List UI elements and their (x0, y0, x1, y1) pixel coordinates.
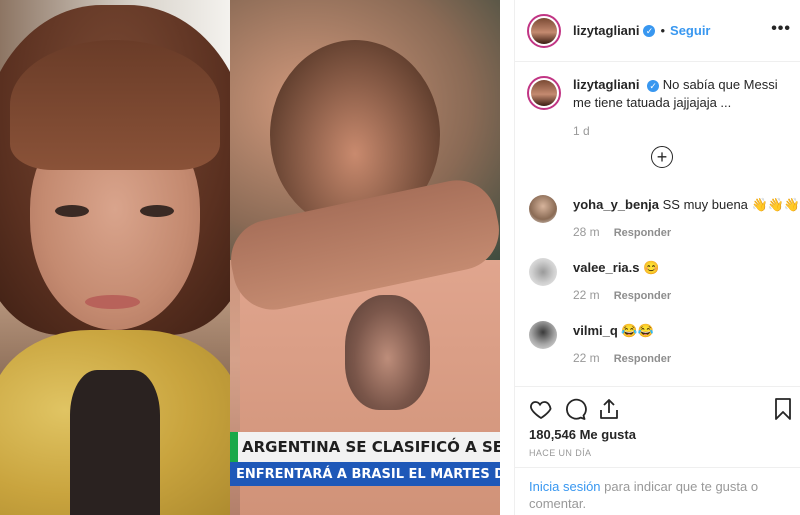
posted-time[interactable]: HACE UN DÍA (529, 448, 591, 458)
commenter-avatar[interactable] (529, 195, 557, 223)
more-options-icon[interactable]: ••• (771, 20, 791, 38)
follow-button[interactable]: Seguir (670, 23, 710, 38)
post-media[interactable]: ARGENTINA SE CLASIFICÓ A SEMIFI ENFRENTA… (0, 0, 514, 515)
comment-username[interactable]: yoha_y_benja (573, 197, 659, 212)
tv-subheadline: ENFRENTARÁ A BRASIL EL MARTES DESDE LAS (230, 462, 500, 486)
bookmark-icon[interactable] (771, 397, 795, 421)
commenter-avatar[interactable] (529, 258, 557, 286)
share-icon[interactable] (597, 397, 621, 421)
comment-icon[interactable] (563, 397, 587, 421)
divider (515, 386, 800, 387)
likes-count[interactable]: 180,546 Me gusta (529, 427, 636, 442)
verified-badge-icon: ✓ (643, 24, 656, 37)
reply-button[interactable]: Responder (614, 227, 671, 239)
divider (515, 467, 800, 468)
comment-time[interactable]: 28 m (573, 225, 600, 239)
comment-time[interactable]: 22 m (573, 288, 600, 302)
post-caption: lizytagliani ✓ No sabía que Messi me tie… (527, 76, 797, 112)
caption-time[interactable]: 1 d (573, 124, 590, 138)
commenter-avatar[interactable] (529, 321, 557, 349)
login-link[interactable]: Inicia sesión (529, 479, 601, 494)
comment-text: 😂😂 (621, 323, 654, 338)
caption-avatar[interactable] (527, 76, 561, 110)
verified-badge-icon: ✓ (647, 79, 660, 92)
post-side-panel: lizytagliani ✓ • Seguir ••• lizytagliani… (514, 0, 800, 515)
post-header: lizytagliani ✓ • Seguir ••• (515, 0, 800, 62)
comment-time[interactable]: 22 m (573, 351, 600, 365)
reply-button[interactable]: Responder (614, 353, 671, 365)
tv-headline: ARGENTINA SE CLASIFICÓ A SEMIFI (230, 432, 500, 462)
comment-username[interactable]: valee_ria.s (573, 260, 640, 275)
heart-icon[interactable] (529, 397, 553, 421)
author-avatar[interactable] (527, 13, 561, 48)
plus-circle-icon[interactable]: + (651, 146, 673, 168)
login-prompt: Inicia sesión para indicar que te gusta … (529, 478, 789, 512)
comment-username[interactable]: vilmi_q (573, 323, 618, 338)
reply-button[interactable]: Responder (614, 290, 671, 302)
caption-username[interactable]: lizytagliani (573, 77, 639, 92)
comment-text: SS muy buena 👋👋👋 (662, 197, 800, 212)
comment-text: 😊 (643, 260, 660, 275)
tattoo-image (345, 295, 430, 410)
selfie-photo (0, 0, 230, 515)
author-username[interactable]: lizytagliani (573, 23, 639, 38)
separator-dot: • (660, 23, 666, 38)
tv-screenshot-photo: ARGENTINA SE CLASIFICÓ A SEMIFI ENFRENTA… (230, 0, 500, 515)
